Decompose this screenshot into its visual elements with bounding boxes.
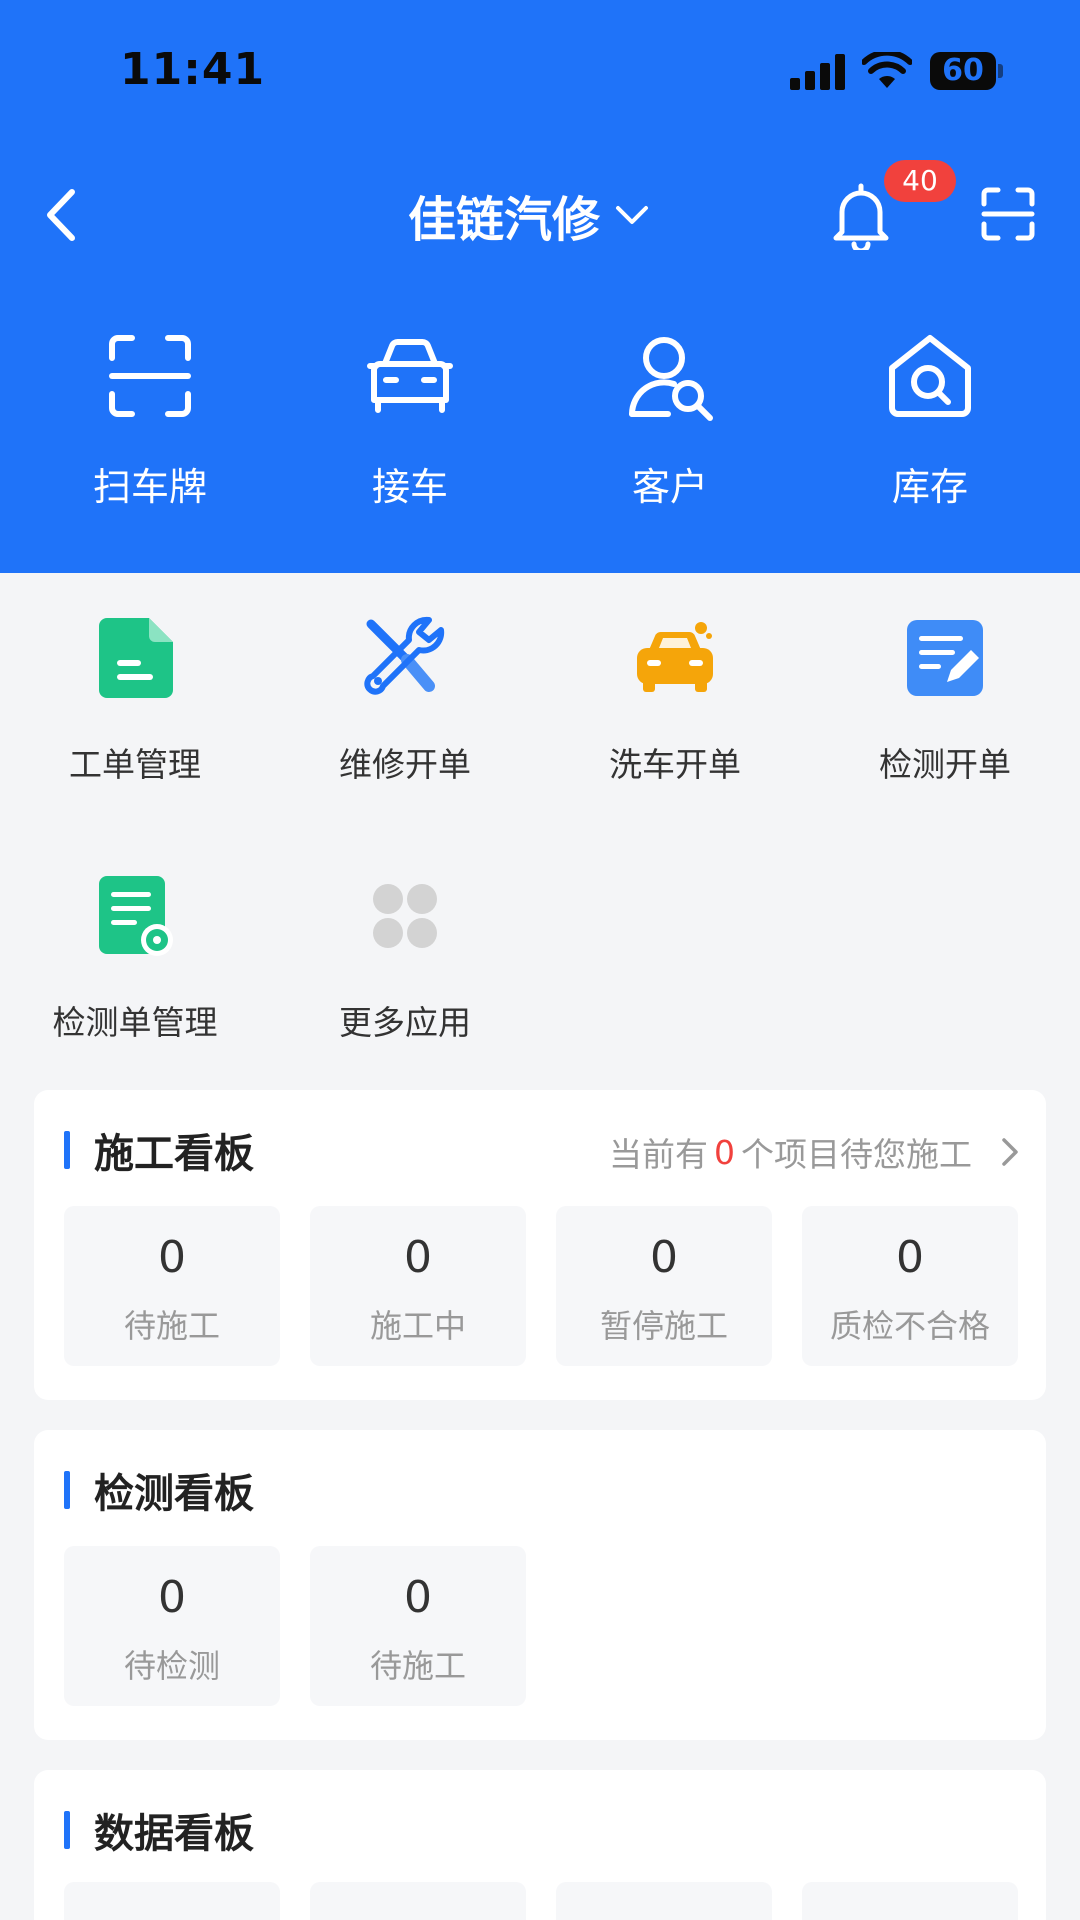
app-label: 检测开单 — [879, 745, 1011, 784]
pending-work-link[interactable]: 当前有 0 个项目待您施工 — [609, 1130, 1020, 1174]
stat-paused[interactable]: 0 暂停施工 — [556, 1206, 772, 1366]
inspection-board: 检测看板 0 待检测 0 待施工 — [34, 1430, 1046, 1740]
stat-value: 0 — [158, 1572, 186, 1623]
stat-pending-inspection[interactable]: 0 待检测 — [64, 1546, 280, 1706]
note-suffix: 个项目待您施工 — [741, 1135, 972, 1174]
nav-bar: 佳链汽修 40 — [0, 160, 1080, 270]
data-board: 数据看板 — [34, 1770, 1046, 1920]
app-label: 更多应用 — [339, 1003, 471, 1042]
page-title: 佳链汽修 — [408, 192, 601, 248]
back-icon[interactable] — [42, 186, 82, 244]
app-repair-order[interactable]: 维修开单 — [270, 616, 540, 816]
quick-label: 接车 — [371, 465, 448, 509]
app-more[interactable]: 更多应用 — [270, 874, 540, 1074]
battery-level: 60 — [942, 53, 984, 88]
quick-inventory[interactable]: 库存 — [800, 330, 1060, 530]
title-accent — [64, 1131, 70, 1169]
app-label: 检测单管理 — [52, 1003, 218, 1042]
app-label: 工单管理 — [69, 745, 201, 784]
document-icon — [99, 618, 173, 698]
status-bar: 11:41 60 — [0, 0, 1080, 140]
stat-value: 0 — [158, 1232, 186, 1283]
user-search-icon — [629, 337, 713, 421]
shop-selector[interactable]: 佳链汽修 — [408, 180, 650, 250]
stat-in-progress[interactable]: 0 施工中 — [310, 1206, 526, 1366]
title-accent — [64, 1471, 70, 1509]
battery-icon: 60 — [930, 52, 1003, 90]
stat-label: 施工中 — [369, 1307, 466, 1345]
app-inspection-management[interactable]: 检测单管理 — [0, 874, 270, 1074]
scan-icon[interactable] — [980, 186, 1036, 242]
car-icon — [367, 339, 453, 413]
note-prefix: 当前有 — [609, 1135, 708, 1174]
app-label: 维修开单 — [339, 745, 471, 784]
scan-plate-icon — [109, 335, 191, 417]
note-count: 0 — [714, 1132, 735, 1172]
car-wash-icon — [637, 622, 713, 692]
stat-value: 0 — [650, 1232, 678, 1283]
inspection-title: 检测看板 — [64, 1468, 254, 1517]
construction-board: 施工看板 当前有 0 个项目待您施工 0 待施工 0 施工中 0 暂停施工 0 … — [34, 1090, 1046, 1400]
status-time: 11:41 — [120, 44, 266, 95]
data-board-title: 数据看板 — [64, 1808, 254, 1857]
stat-label: 待施工 — [369, 1647, 466, 1685]
edit-note-icon — [907, 620, 983, 696]
header-panel: 11:41 60 佳链汽修 40 扫车牌 接车 客户 库存 — [0, 0, 1080, 573]
notification-badge: 40 — [884, 160, 956, 202]
data-stat-tile — [802, 1882, 1018, 1920]
title-accent — [64, 1811, 70, 1849]
stat-label: 暂停施工 — [599, 1307, 728, 1345]
house-search-icon — [889, 335, 971, 417]
data-stat-tile — [310, 1882, 526, 1920]
stat-pending-work[interactable]: 0 待施工 — [310, 1546, 526, 1706]
quick-label: 客户 — [631, 465, 708, 509]
signal-icon — [790, 54, 845, 90]
card-title-text: 数据看板 — [94, 1811, 254, 1857]
stat-value: 0 — [896, 1232, 924, 1283]
app-label: 洗车开单 — [609, 745, 741, 784]
quick-label: 库存 — [891, 465, 968, 509]
chevron-right-icon — [1002, 1138, 1018, 1166]
card-title-text: 检测看板 — [94, 1471, 254, 1517]
stat-label: 待施工 — [123, 1307, 220, 1345]
stat-qc-failed[interactable]: 0 质检不合格 — [802, 1206, 1018, 1366]
tools-icon — [364, 616, 445, 695]
stat-pending[interactable]: 0 待施工 — [64, 1206, 280, 1366]
more-apps-icon — [373, 884, 437, 948]
construction-title: 施工看板 — [64, 1128, 254, 1177]
stat-value: 0 — [404, 1232, 432, 1283]
quick-receive-car[interactable]: 接车 — [280, 330, 540, 530]
app-work-order[interactable]: 工单管理 — [0, 616, 270, 816]
quick-scan-plate[interactable]: 扫车牌 — [20, 330, 280, 530]
chevron-down-icon — [616, 206, 649, 224]
wifi-icon — [862, 52, 912, 88]
card-title-text: 施工看板 — [94, 1131, 254, 1177]
data-stat-tile — [64, 1882, 280, 1920]
quick-customer[interactable]: 客户 — [540, 330, 800, 530]
app-car-wash[interactable]: 洗车开单 — [540, 616, 810, 816]
stat-value: 0 — [404, 1572, 432, 1623]
app-inspection-order[interactable]: 检测开单 — [810, 616, 1080, 816]
bell-icon[interactable] — [828, 180, 894, 250]
app-grid: 工单管理 维修开单 洗车开单 检测开单 检测单管理 更多应用 — [0, 600, 1080, 1050]
data-stat-tile — [556, 1882, 772, 1920]
quick-actions: 扫车牌 接车 客户 库存 — [0, 330, 1080, 530]
note-gear-icon — [99, 876, 173, 956]
quick-label: 扫车牌 — [92, 465, 207, 509]
stat-label: 待检测 — [123, 1647, 220, 1685]
stat-label: 质检不合格 — [829, 1307, 990, 1345]
